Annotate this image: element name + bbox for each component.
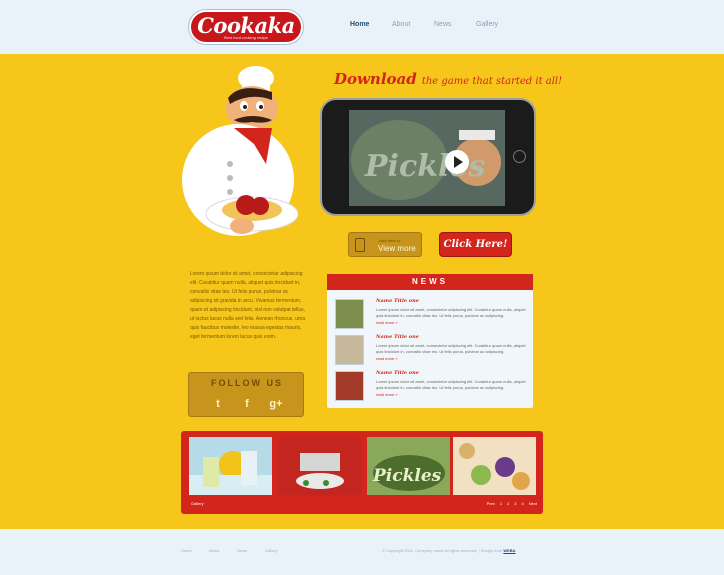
read-more-link[interactable]: read more » <box>376 356 398 361</box>
pickles-word: Pickles <box>372 466 442 486</box>
pagination-page-1[interactable]: 1 <box>500 501 502 506</box>
logo-tagline: Best food cooking recipe <box>224 35 268 40</box>
news-item: Name Title one Lorem ipsum dolor sit ame… <box>335 334 527 368</box>
copyright-text: © Copyright 2011. Company name All right… <box>382 548 516 553</box>
gallery-strip: Pickles Gallery Prev 1 2 3 4 Next <box>181 431 543 514</box>
footer-nav-gallery[interactable]: Gallery <box>265 548 293 553</box>
news-item-title[interactable]: Name Title one <box>376 334 419 340</box>
pagination-next[interactable]: Next <box>529 501 537 506</box>
nav-about[interactable]: About <box>392 21 434 28</box>
phone-home-button-icon <box>513 150 526 163</box>
pickles-image: Pickles <box>367 437 450 495</box>
news-item-title[interactable]: Name Title one <box>376 370 419 376</box>
drinks-image <box>189 437 272 495</box>
intro-paragraph: Lorem ipsum dolor sit amet, consectetur … <box>190 271 306 340</box>
nav-home[interactable]: Home <box>350 21 392 28</box>
fruits-image <box>453 437 536 495</box>
read-more-link[interactable]: read more » <box>376 392 398 397</box>
google-plus-icon[interactable]: g+ <box>269 397 283 411</box>
news-item-text: Lorem ipsum dolor sit amet, consectetur … <box>376 307 526 318</box>
main-nav: Home About News Gallery <box>350 21 518 28</box>
pagination-page-4[interactable]: 4 <box>522 501 524 506</box>
nav-gallery[interactable]: Gallery <box>476 21 518 28</box>
news-item-text: Lorem ipsum dolor sit amet, consectetur … <box>376 343 526 354</box>
news-title: NEWS <box>327 274 533 290</box>
video-screen[interactable]: Pickles <box>349 110 505 206</box>
download-heading: Download the game that started it all! <box>334 69 562 88</box>
news-item-title[interactable]: Name Title one <box>376 298 419 304</box>
view-more-button[interactable]: click here to View more <box>348 232 422 257</box>
logo[interactable]: Cookaka Best food cooking recipe <box>189 10 303 44</box>
nav-news[interactable]: News <box>434 21 476 28</box>
gallery-image-fruits[interactable] <box>453 437 536 495</box>
footer-nav-news[interactable]: News <box>237 548 265 553</box>
news-thumbnail[interactable] <box>335 371 364 401</box>
news-item-text: Lorem ipsum dolor sit amet, consectetur … <box>376 379 526 390</box>
read-more-link[interactable]: read more » <box>376 320 398 325</box>
header: Cookaka Best food cooking recipe Home Ab… <box>0 0 724 54</box>
view-more-small-text: click here to <box>379 238 401 243</box>
news-item: Name Title one Lorem ipsum dolor sit ame… <box>335 370 527 404</box>
cooking-image <box>278 437 361 495</box>
gallery-image-cooking[interactable] <box>278 437 361 495</box>
footer-nav-home[interactable]: Home <box>181 548 209 553</box>
news-thumbnail[interactable] <box>335 299 364 329</box>
phone-icon <box>355 238 365 252</box>
video-thumbnail: Pickles <box>349 110 505 206</box>
pagination-page-3[interactable]: 3 <box>514 501 516 506</box>
chef-illustration <box>182 66 299 236</box>
news-panel: NEWS Name Title one Lorem ipsum dolor si… <box>327 274 533 408</box>
gallery-pagination: Prev 1 2 3 4 Next <box>487 501 537 506</box>
footer-nav: Home About News Gallery <box>181 548 293 553</box>
play-button[interactable] <box>445 150 469 174</box>
copyright-body: © Copyright 2011. Company name All right… <box>382 548 503 553</box>
news-thumbnail[interactable] <box>335 335 364 365</box>
view-more-label: View more <box>378 244 416 253</box>
phone-mockup: Pickles <box>320 98 536 216</box>
download-big-text: Download <box>334 70 417 88</box>
gallery-image-drinks[interactable] <box>189 437 272 495</box>
news-item: Name Title one Lorem ipsum dolor sit ame… <box>335 298 527 332</box>
footer: Home About News Gallery © Copyright 2011… <box>0 529 724 575</box>
gallery-image-pickles[interactable]: Pickles <box>367 437 450 495</box>
pagination-page-2[interactable]: 2 <box>507 501 509 506</box>
download-small-text: the game that started it all! <box>421 76 563 87</box>
click-here-button[interactable]: Click Here! <box>439 232 512 257</box>
facebook-icon[interactable]: f <box>240 397 254 411</box>
follow-us-box: FOLLOW US t f g+ <box>188 372 304 417</box>
footer-nav-about[interactable]: About <box>209 548 237 553</box>
follow-us-title: FOLLOW US <box>211 378 283 388</box>
design-credit-link[interactable]: WEBA <box>503 548 515 553</box>
twitter-icon[interactable]: t <box>211 397 225 411</box>
gallery-label: Gallery <box>191 501 204 506</box>
pagination-prev[interactable]: Prev <box>487 501 495 506</box>
